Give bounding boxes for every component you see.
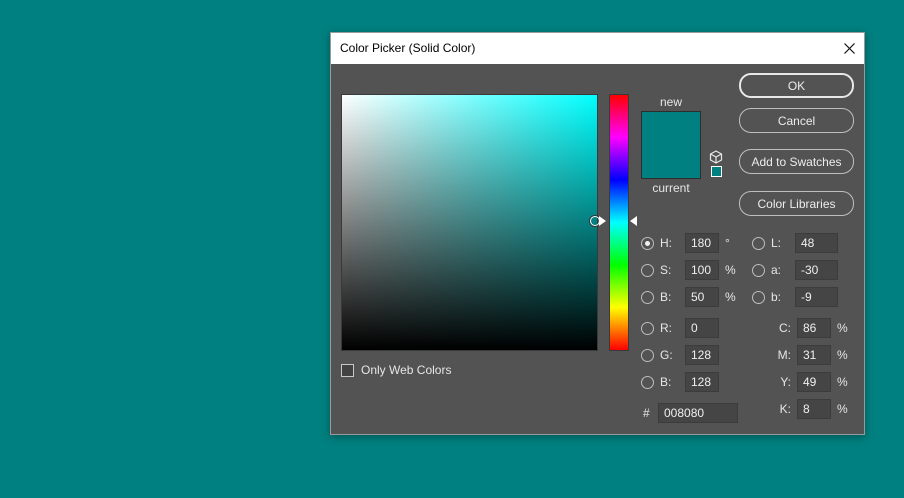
window-title: Color Picker (Solid Color) <box>340 41 476 55</box>
ok-button[interactable]: OK <box>739 73 854 98</box>
unit-b: % <box>725 290 736 304</box>
field-m[interactable] <box>797 345 831 365</box>
unit-y: % <box>837 375 848 389</box>
close-button[interactable] <box>834 33 864 64</box>
current-color-swatch[interactable] <box>642 145 700 178</box>
label-l: L: <box>771 236 782 250</box>
radio-r[interactable] <box>641 321 654 335</box>
cmyk-row-m: M: % <box>777 345 848 365</box>
unit-m: % <box>837 348 848 362</box>
label-c: C: <box>779 321 791 335</box>
label-lab-b: b: <box>771 290 782 304</box>
label-rgb-b: B: <box>660 375 672 389</box>
hue-slider-arrow-right[interactable] <box>630 216 637 226</box>
field-s[interactable] <box>685 260 719 280</box>
field-y[interactable] <box>797 372 831 392</box>
field-l[interactable] <box>795 233 838 253</box>
label-h: H: <box>660 236 672 250</box>
radio-g[interactable] <box>641 348 654 362</box>
hex-row: # <box>643 403 738 423</box>
field-lab-b[interactable] <box>795 287 838 307</box>
new-color-swatch <box>642 112 700 145</box>
hue-slider[interactable] <box>609 94 629 351</box>
color-preview <box>641 111 701 179</box>
current-label: current <box>652 181 690 195</box>
label-b: B: <box>660 290 672 304</box>
field-h[interactable] <box>685 233 719 253</box>
hsb-row-b: B: % <box>641 287 736 307</box>
unit-h: ° <box>725 236 730 250</box>
color-field[interactable] <box>341 94 598 351</box>
field-c[interactable] <box>797 318 831 338</box>
title-bar: Color Picker (Solid Color) <box>331 33 864 64</box>
field-r[interactable] <box>685 318 719 338</box>
field-g[interactable] <box>685 345 719 365</box>
radio-b[interactable] <box>641 290 654 304</box>
cmyk-row-y: Y: % <box>777 372 848 392</box>
radio-a[interactable] <box>752 263 765 277</box>
unit-c: % <box>837 321 848 335</box>
radio-l[interactable] <box>752 236 765 250</box>
hsb-row-s: S: % <box>641 260 736 280</box>
add-to-swatches-button[interactable]: Add to Swatches <box>739 149 854 174</box>
cmyk-row-k: K: % <box>777 399 848 419</box>
rgb-row-r: R: <box>641 318 719 338</box>
close-icon <box>843 43 855 54</box>
only-web-colors[interactable]: Only Web Colors <box>341 363 451 377</box>
cube-icon[interactable] <box>709 150 723 164</box>
lab-row-b: b: <box>752 287 838 307</box>
only-web-colors-checkbox[interactable] <box>341 363 354 377</box>
hex-label: # <box>643 406 650 420</box>
field-k[interactable] <box>797 399 831 419</box>
unit-k: % <box>837 402 848 416</box>
label-r: R: <box>660 321 672 335</box>
web-safe-swatch-icon[interactable] <box>711 166 722 177</box>
label-k: K: <box>779 402 791 416</box>
label-y: Y: <box>780 375 791 389</box>
label-s: S: <box>660 263 672 277</box>
cancel-button[interactable]: Cancel <box>739 108 854 133</box>
radio-s[interactable] <box>641 263 654 277</box>
label-g: G: <box>660 348 673 362</box>
hex-field[interactable] <box>658 403 738 423</box>
new-label: new <box>659 95 682 109</box>
label-m: M: <box>777 348 791 362</box>
hsb-row-h: H: ° <box>641 233 730 253</box>
field-a[interactable] <box>795 260 838 280</box>
color-libraries-button[interactable]: Color Libraries <box>739 191 854 216</box>
field-b[interactable] <box>685 287 719 307</box>
radio-h[interactable] <box>641 236 654 250</box>
cmyk-row-c: C: % <box>777 318 848 338</box>
lab-row-a: a: <box>752 260 838 280</box>
rgb-row-b: B: <box>641 372 719 392</box>
only-web-colors-label: Only Web Colors <box>361 363 452 377</box>
lab-row-l: L: <box>752 233 838 253</box>
field-rgb-b[interactable] <box>685 372 719 392</box>
unit-s: % <box>725 263 736 277</box>
rgb-row-g: G: <box>641 345 719 365</box>
label-a: a: <box>771 263 782 277</box>
radio-rgb-b[interactable] <box>641 375 654 389</box>
radio-lab-b[interactable] <box>752 290 765 304</box>
hue-slider-arrow-left[interactable] <box>599 216 606 226</box>
color-picker-dialog: Color Picker (Solid Color) Only Web Colo… <box>330 32 865 435</box>
